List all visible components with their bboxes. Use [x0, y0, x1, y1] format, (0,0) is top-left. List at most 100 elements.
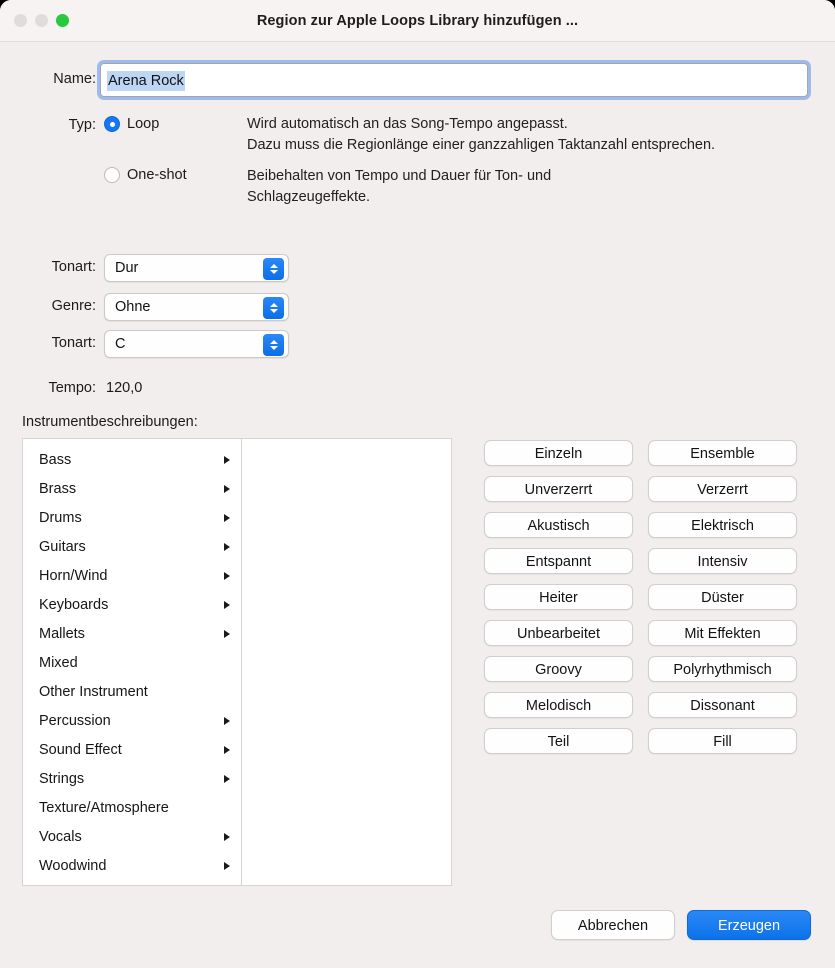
cancel-button[interactable]: Abbrechen	[551, 910, 675, 940]
dialog-window: Region zur Apple Loops Library hinzufüge…	[0, 0, 835, 968]
list-item[interactable]: Vocals	[23, 823, 241, 852]
descriptor-button[interactable]: Elektrisch	[648, 512, 797, 538]
radio-loop-label: Loop	[127, 116, 160, 132]
traffic-light-group	[14, 14, 69, 27]
list-item-label: Mallets	[39, 626, 85, 642]
create-button[interactable]: Erzeugen	[687, 910, 811, 940]
list-item-label: Bass	[39, 452, 72, 468]
descriptor-button[interactable]: Unverzerrt	[484, 476, 633, 502]
radio-loop-indicator	[104, 116, 120, 132]
chevron-right-icon	[224, 601, 230, 609]
genre-select[interactable]: Ohne	[104, 293, 289, 321]
chevron-right-icon	[224, 543, 230, 551]
chevron-right-icon	[224, 746, 230, 754]
key-row: Tonart: C	[0, 330, 400, 358]
list-item-label: Vocals	[39, 829, 82, 845]
radio-one-shot-indicator	[104, 167, 120, 183]
list-item-label: Drums	[39, 510, 82, 526]
chevron-right-icon	[224, 833, 230, 841]
list-item-label: Guitars	[39, 539, 86, 555]
list-item-label: Percussion	[39, 713, 111, 729]
descriptor-button[interactable]: Dissonant	[648, 692, 797, 718]
radio-option-one-shot[interactable]: One-shot	[104, 167, 187, 183]
one-shot-description: Beibehalten von Tempo und Dauer für Ton-…	[247, 168, 552, 205]
list-item-label: Texture/Atmosphere	[39, 800, 169, 816]
list-item[interactable]: Other Instrument	[23, 678, 241, 707]
descriptor-button[interactable]: Entspannt	[484, 548, 633, 574]
instrument-descriptions-label: Instrumentbeschreibungen:	[22, 414, 198, 430]
name-label: Name:	[53, 71, 96, 87]
list-item[interactable]: Drums	[23, 504, 241, 533]
descriptor-button-grid: Einzeln Ensemble Unverzerrt Verzerrt Akustis…	[484, 440, 797, 754]
list-item[interactable]: Percussion	[23, 707, 241, 736]
list-item[interactable]: Horn/Wind	[23, 562, 241, 591]
list-item[interactable]: Keyboards	[23, 591, 241, 620]
minimize-button[interactable]	[35, 14, 48, 27]
list-item-label: Brass	[39, 481, 77, 497]
descriptor-button[interactable]: Mit Effekten	[648, 620, 797, 646]
chevron-updown-icon[interactable]	[263, 258, 284, 280]
chevron-right-icon	[224, 717, 230, 725]
list-item[interactable]: Texture/Atmosphere	[23, 794, 241, 823]
descriptor-button[interactable]: Heiter	[484, 584, 633, 610]
chevron-right-icon	[224, 630, 230, 638]
list-item-label: Sound Effect	[39, 742, 122, 758]
genre-row: Genre: Ohne	[0, 293, 400, 321]
scale-row: Tonart: Dur	[0, 254, 400, 282]
descriptor-button[interactable]: Polyrhythmisch	[648, 656, 797, 682]
close-button[interactable]	[14, 14, 27, 27]
list-item[interactable]: Bass	[23, 446, 241, 475]
type-label: Typ:	[68, 117, 96, 133]
tempo-row: Tempo: 120,0	[0, 375, 400, 403]
list-item[interactable]: Mixed	[23, 649, 241, 678]
list-item[interactable]: Strings	[23, 765, 241, 794]
descriptor-button[interactable]: Teil	[484, 728, 633, 754]
chevron-right-icon	[224, 514, 230, 522]
key-select[interactable]: C	[104, 330, 289, 358]
tempo-label: Tempo:	[48, 380, 96, 396]
list-item[interactable]: Sound Effect	[23, 736, 241, 765]
list-item-label: Strings	[39, 771, 85, 787]
maximize-button[interactable]	[56, 14, 69, 27]
name-input[interactable]: Arena Rock	[100, 63, 808, 97]
descriptor-button[interactable]: Groovy	[484, 656, 633, 682]
chevron-updown-icon[interactable]	[263, 334, 284, 356]
key-label: Tonart:	[51, 335, 96, 351]
list-item-label: Keyboards	[39, 597, 109, 613]
chevron-right-icon	[224, 485, 230, 493]
descriptor-button[interactable]: Düster	[648, 584, 797, 610]
instrument-category-list[interactable]: Bass Brass Drums Guitars Horn/Wind Keyboards M…	[23, 439, 242, 885]
descriptor-button[interactable]: Intensiv	[648, 548, 797, 574]
genre-value: Ohne	[115, 299, 151, 315]
chevron-updown-icon[interactable]	[263, 297, 284, 319]
list-item[interactable]: Brass	[23, 475, 241, 504]
list-item[interactable]: Guitars	[23, 533, 241, 562]
list-item[interactable]: Mallets	[23, 620, 241, 649]
list-item[interactable]: Woodwind	[23, 852, 241, 881]
scale-select[interactable]: Dur	[104, 254, 289, 282]
list-item-label: Horn/Wind	[39, 568, 108, 584]
chevron-right-icon	[224, 862, 230, 870]
instrument-subcategory-list[interactable]	[242, 439, 451, 885]
descriptor-button[interactable]: Unbearbeitet	[484, 620, 633, 646]
chevron-right-icon	[224, 572, 230, 580]
radio-option-loop[interactable]: Loop	[104, 116, 159, 132]
list-item-label: Mixed	[39, 655, 78, 671]
scale-value: Dur	[115, 260, 139, 276]
name-input-value: Arena Rock	[107, 71, 185, 91]
descriptor-button[interactable]: Einzeln	[484, 440, 633, 466]
descriptor-button[interactable]: Akustisch	[484, 512, 633, 538]
tempo-value: 120,0	[106, 380, 143, 396]
descriptor-button[interactable]: Verzerrt	[648, 476, 797, 502]
radio-one-shot-label: One-shot	[127, 167, 187, 183]
key-value: C	[115, 336, 126, 352]
instrument-browser: Bass Brass Drums Guitars Horn/Wind Keyboards M…	[22, 438, 452, 886]
dialog-actions: Abbrechen Erzeugen	[551, 910, 811, 940]
list-item-label: Other Instrument	[39, 684, 148, 700]
descriptor-button[interactable]: Fill	[648, 728, 797, 754]
descriptor-button[interactable]: Ensemble	[648, 440, 797, 466]
loop-description: Wird automatisch an das Song-Tempo angep…	[247, 116, 716, 153]
descriptor-button[interactable]: Melodisch	[484, 692, 633, 718]
title-bar: Region zur Apple Loops Library hinzufüge…	[0, 0, 835, 42]
chevron-right-icon	[224, 775, 230, 783]
